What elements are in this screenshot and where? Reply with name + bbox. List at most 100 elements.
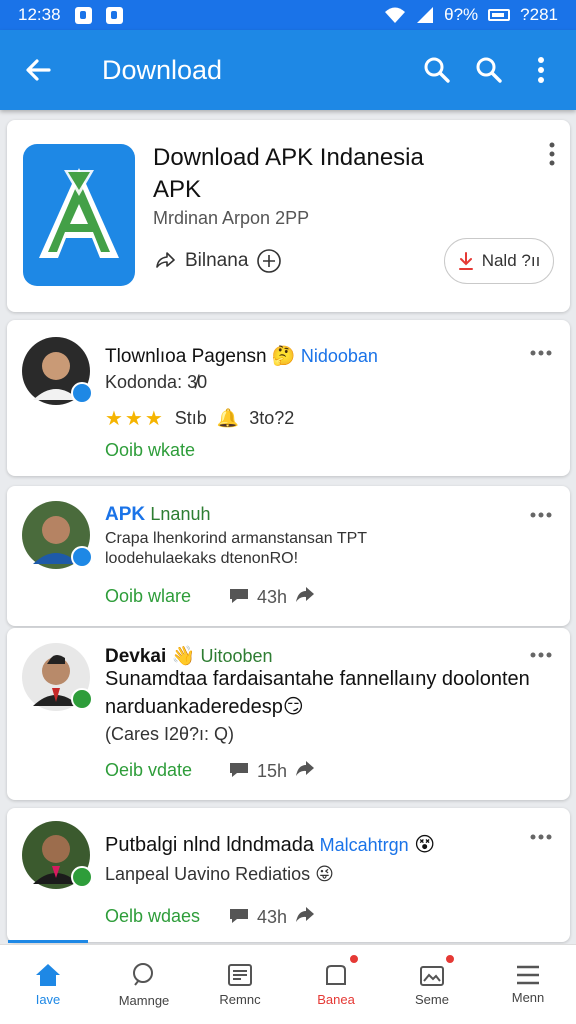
more-horiz-icon <box>530 512 552 518</box>
bottom-navigation: Iave Mamnge Remnc Banea Seme Menn <box>0 944 576 1024</box>
waving-hand-icon: 👋 <box>171 646 196 667</box>
image-icon <box>420 966 444 986</box>
post-card[interactable]: Putbalgi nlnd ldndmada Malcahtrgn 😵 Lanp… <box>7 808 570 942</box>
nav-item-news[interactable]: Remnc <box>192 945 288 1024</box>
verified-badge-icon <box>71 382 93 404</box>
post-author-tag: Uitooben <box>200 646 273 666</box>
notification-badge <box>348 953 360 965</box>
more-horiz-icon <box>530 350 552 356</box>
status-bar: 12:38 θ?% ?281 <box>0 0 576 30</box>
nav-label: Seme <box>415 992 449 1007</box>
status-right: θ?% ?281 <box>384 5 558 25</box>
share-icon <box>156 252 175 268</box>
wifi-icon <box>385 7 406 23</box>
notification-icon <box>326 965 346 985</box>
post-author-name: Devkai <box>105 646 167 667</box>
post-line: loodehulaekaks dtenonRO! <box>105 550 299 567</box>
search-button[interactable] <box>420 53 454 87</box>
post-author-name: APK <box>105 504 146 525</box>
comment-icon[interactable] <box>229 906 249 929</box>
post-author-tag: Lnanuh <box>150 504 211 524</box>
post-line: (Cares I2θ?ı: Q) <box>105 724 235 744</box>
post-more-button[interactable] <box>530 646 552 664</box>
post-more-button[interactable] <box>530 344 552 362</box>
battery-icon <box>488 9 511 21</box>
share-arrow-icon[interactable] <box>295 586 315 609</box>
app-card-more-button[interactable] <box>548 142 556 171</box>
post-author[interactable]: Tlownlıoa Pagensn 🤔 Nidooban <box>105 344 378 368</box>
nav-active-indicator <box>8 940 88 943</box>
post-author[interactable]: Putbalgi nlnd ldndmada Malcahtrgn 😵 <box>105 832 435 857</box>
share-arrow-icon[interactable] <box>295 760 315 783</box>
nav-item-manage[interactable]: Mamnge <box>96 945 192 1024</box>
nav-label: Banea <box>317 992 355 1007</box>
avatar[interactable] <box>21 642 93 712</box>
download-icon <box>458 252 473 270</box>
post-card[interactable]: APK Lnanuh Crapa lhenkorind armanstansan… <box>7 486 570 626</box>
post-action-link[interactable]: Oeib vdate <box>105 760 192 781</box>
add-circle-icon[interactable] <box>256 248 282 274</box>
nav-item-menu[interactable]: Menn <box>480 945 576 1024</box>
avatar[interactable] <box>21 500 93 570</box>
app-title: Download APK Indanesia APK <box>153 144 424 203</box>
post-rating-label: Stıb <box>174 408 207 428</box>
status-percent: θ?% <box>444 5 479 24</box>
nav-item-image[interactable]: Seme <box>384 945 480 1024</box>
post-author[interactable]: APK Lnanuh <box>105 504 210 526</box>
battery-text: ?281 <box>520 5 558 24</box>
online-badge-icon <box>71 866 93 888</box>
app-subtitle: Mrdinan Arpon 2PP <box>153 208 310 228</box>
hold-button-label: Nald ?ıı <box>481 251 541 270</box>
post-line: Crapa lhenkorind armanstansan TPT <box>105 530 368 547</box>
post-more-button[interactable] <box>530 828 552 846</box>
app-notification-icon <box>105 6 123 24</box>
post-line: Kodonda: 3̸0 <box>105 372 208 392</box>
search-icon <box>424 57 450 83</box>
search-button-secondary[interactable] <box>472 53 506 87</box>
overflow-menu-button[interactable] <box>524 53 558 87</box>
emoji-icon: 🤔 <box>271 346 296 367</box>
avatar[interactable] <box>21 336 93 406</box>
share-arrow-icon[interactable] <box>295 906 315 929</box>
app-card[interactable]: Download APK Indanesia APK Mrdinan Arpon… <box>7 120 570 312</box>
post-stats: 43h <box>229 906 315 929</box>
more-horiz-icon <box>530 652 552 658</box>
notification-icon <box>74 6 92 24</box>
post-line-with-emoji: narduankaderedesp😏 <box>105 694 304 719</box>
app-meta: Bilnana <box>153 248 282 274</box>
comment-icon[interactable] <box>229 586 249 609</box>
post-stats: 43h <box>229 586 315 609</box>
search-icon <box>133 963 153 986</box>
nav-item-notifications[interactable]: Banea <box>288 945 384 1024</box>
nav-label: Remnc <box>219 992 261 1007</box>
smile-emoji-icon: 😏 <box>282 696 304 718</box>
post-stats: 15h <box>229 760 315 783</box>
avatar[interactable] <box>21 820 93 890</box>
post-line-with-emoji: Lanpeal Uavino Rediatios 😜 <box>105 864 334 885</box>
post-more-button[interactable] <box>530 506 552 524</box>
app-bar-actions <box>420 53 558 87</box>
post-rating-value: 3to?2 <box>249 408 295 428</box>
back-arrow-icon <box>26 59 51 81</box>
post-time: 15h <box>257 761 288 781</box>
app-meta-label: Bilnana <box>185 250 249 271</box>
apk-logo-icon <box>39 168 119 258</box>
post-card[interactable]: Tlownlıoa Pagensn 🤔 Nidooban Kodonda: 3̸… <box>7 320 570 476</box>
post-action-link[interactable]: Oelb wdaes <box>105 906 200 927</box>
post-action-link[interactable]: Ooib wlare <box>105 586 191 607</box>
post-author[interactable]: Devkai 👋 Uitooben <box>105 644 273 668</box>
back-button[interactable] <box>18 50 58 90</box>
post-action-link[interactable]: Ooib wkate <box>105 440 195 461</box>
post-rating-row: ★★★ Stıb 🔔 3to?2 <box>105 406 294 431</box>
verified-badge-icon <box>71 546 93 568</box>
post-time: 43h <box>257 907 288 927</box>
image-badge <box>444 953 456 965</box>
post-card[interactable]: Devkai 👋 Uitooben Sunamdtaa fardaisantah… <box>7 628 570 800</box>
comment-icon[interactable] <box>229 760 249 783</box>
nav-item-home[interactable]: Iave <box>0 945 96 1024</box>
post-author-tag: Nidooban <box>300 346 378 366</box>
more-vert-icon <box>538 57 544 83</box>
emoji-icon: 😵 <box>414 834 436 856</box>
post-line-text: Lanpeal Uavino Rediatios <box>105 864 311 884</box>
hold-button[interactable]: Nald ?ıı <box>444 238 554 284</box>
